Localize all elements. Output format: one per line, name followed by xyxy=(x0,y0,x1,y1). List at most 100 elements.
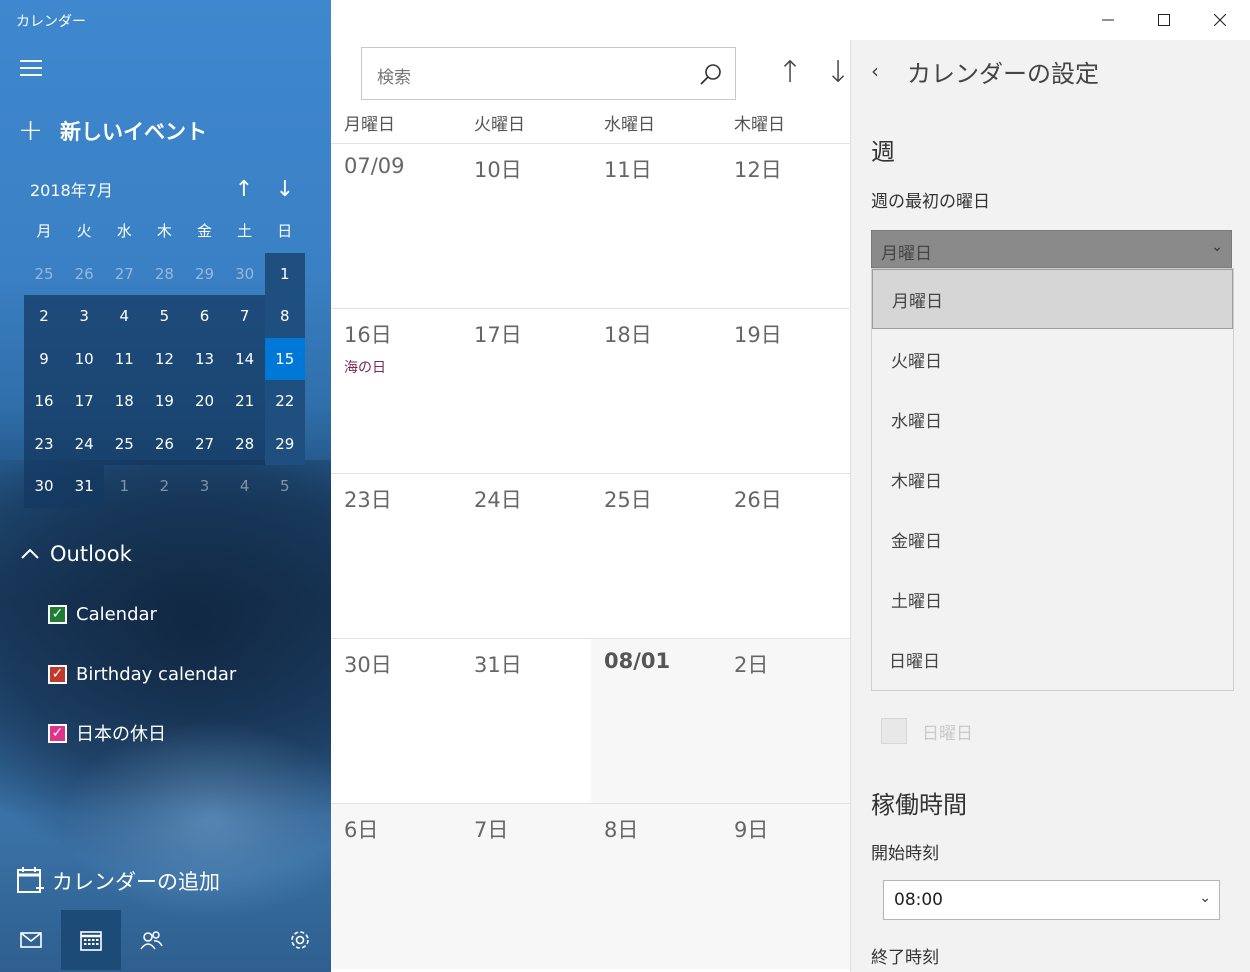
dropdown-option[interactable]: 金曜日 xyxy=(872,509,1233,569)
day-number: 10日 xyxy=(474,158,522,182)
calendar-toggle-birthday[interactable]: ✓ Birthday calendar xyxy=(48,662,236,686)
day-cell[interactable]: 25日 xyxy=(591,474,721,639)
day-cell[interactable]: 19日 xyxy=(721,309,850,474)
mini-calendar-day[interactable]: 30 xyxy=(225,253,265,296)
dropdown-option[interactable]: 月曜日 xyxy=(872,269,1233,329)
back-chevron-icon[interactable]: ‹ xyxy=(871,59,899,83)
new-event-button[interactable]: + 新しいイベント xyxy=(18,114,207,148)
mini-calendar-day[interactable]: 18 xyxy=(104,380,145,423)
day-cell[interactable]: 2日 xyxy=(721,639,850,804)
checkbox-checked-icon[interactable]: ✓ xyxy=(48,604,67,624)
day-cell[interactable]: 8日 xyxy=(591,804,721,969)
next-week-arrow-icon[interactable]: ↓ xyxy=(823,56,850,92)
minimize-button[interactable] xyxy=(1080,0,1136,40)
mini-calendar-day[interactable]: 26 xyxy=(64,253,104,296)
mini-calendar-day[interactable]: 5 xyxy=(144,295,185,338)
holiday-event[interactable]: 海の日 xyxy=(344,357,386,377)
mini-calendar-day[interactable]: 7 xyxy=(224,295,265,338)
account-group-toggle[interactable]: Outlook xyxy=(18,538,132,570)
mini-calendar-day[interactable]: 24 xyxy=(64,422,105,465)
dropdown-option[interactable]: 日曜日 xyxy=(872,629,1233,689)
add-calendar-button[interactable]: カレンダーの追加 xyxy=(16,864,220,898)
mini-calendar-day[interactable]: 2 xyxy=(144,465,184,508)
mini-calendar-day[interactable]: 29 xyxy=(185,253,225,296)
start-time-select[interactable]: 08:00 ⌄ xyxy=(883,880,1220,920)
day-cell[interactable]: 7日 xyxy=(461,804,591,969)
day-cell[interactable]: 18日 xyxy=(591,309,721,474)
hamburger-menu-icon[interactable] xyxy=(20,60,42,78)
mini-calendar-today[interactable]: 15 xyxy=(264,337,305,380)
day-cell[interactable]: 12日 xyxy=(721,144,850,309)
day-cell[interactable]: 31日 xyxy=(461,639,591,804)
day-cell[interactable]: 30日 xyxy=(331,639,461,804)
mini-calendar-day[interactable]: 27 xyxy=(104,253,144,296)
day-cell[interactable]: 9日 xyxy=(721,804,850,969)
next-month-arrow-icon[interactable]: ↓ xyxy=(271,178,299,204)
disabled-day-checkbox[interactable]: 日曜日 xyxy=(881,718,973,744)
mini-calendar-day[interactable]: 13 xyxy=(184,337,225,380)
checkbox-checked-icon[interactable]: ✓ xyxy=(48,723,67,743)
dropdown-option[interactable]: 水曜日 xyxy=(872,389,1233,449)
mini-calendar-day[interactable]: 8 xyxy=(264,295,305,338)
mini-calendar-day[interactable]: 12 xyxy=(144,337,185,380)
mail-button[interactable] xyxy=(1,910,61,970)
calendar-toggle-japan-holidays[interactable]: ✓ 日本の休日 xyxy=(48,721,166,745)
first-day-select[interactable]: 月曜日 ⌄ xyxy=(871,230,1232,268)
mini-calendar-day[interactable]: 1 xyxy=(264,252,305,295)
mini-calendar-day[interactable]: 2 xyxy=(24,295,65,338)
day-cell[interactable]: 16日 海の日 xyxy=(331,309,461,474)
day-cell[interactable]: 24日 xyxy=(461,474,591,639)
dropdown-option[interactable]: 土曜日 xyxy=(872,569,1233,629)
settings-button[interactable] xyxy=(270,910,330,970)
mini-calendar-day[interactable]: 22 xyxy=(264,380,305,423)
mini-calendar-day[interactable]: 29 xyxy=(264,422,305,465)
search-icon[interactable] xyxy=(699,62,723,86)
mini-calendar-day[interactable]: 14 xyxy=(224,337,265,380)
mini-calendar-day[interactable]: 19 xyxy=(144,380,185,423)
mini-calendar-day[interactable]: 25 xyxy=(104,422,145,465)
day-cell[interactable]: 10日 xyxy=(461,144,591,309)
day-cell[interactable]: 26日 xyxy=(721,474,850,639)
mini-calendar-day[interactable]: 26 xyxy=(144,422,185,465)
mini-calendar-day[interactable]: 3 xyxy=(64,295,105,338)
day-cell[interactable]: 17日 xyxy=(461,309,591,474)
day-cell[interactable]: 07/09 xyxy=(331,144,461,309)
mini-calendar-day[interactable]: 28 xyxy=(144,253,184,296)
mini-calendar-day[interactable]: 25 xyxy=(24,253,64,296)
mini-calendar-day[interactable]: 28 xyxy=(224,422,265,465)
mini-calendar-day[interactable]: 23 xyxy=(24,422,65,465)
mini-calendar-month[interactable]: 2018年7月 xyxy=(30,181,113,200)
mini-calendar-day[interactable]: 1 xyxy=(104,465,144,508)
day-cell[interactable]: 23日 xyxy=(331,474,461,639)
previous-month-arrow-icon[interactable]: ↑ xyxy=(230,178,258,204)
dropdown-option[interactable]: 火曜日 xyxy=(872,329,1233,389)
mini-calendar-day[interactable]: 4 xyxy=(225,465,265,508)
mini-calendar-day[interactable]: 21 xyxy=(224,380,265,423)
previous-week-arrow-icon[interactable]: ↑ xyxy=(775,56,805,92)
calendar-button[interactable] xyxy=(61,910,121,970)
calendar-toggle-calendar[interactable]: ✓ Calendar xyxy=(48,602,157,626)
mini-calendar-day[interactable]: 3 xyxy=(185,465,225,508)
maximize-button[interactable] xyxy=(1136,0,1192,40)
mini-calendar-day[interactable]: 27 xyxy=(184,422,225,465)
mini-calendar-day[interactable]: 31 xyxy=(64,465,105,508)
dropdown-option[interactable]: 木曜日 xyxy=(872,449,1233,509)
mini-calendar-day[interactable]: 20 xyxy=(184,380,225,423)
mini-calendar-day[interactable]: 6 xyxy=(184,295,225,338)
day-cell[interactable]: 08/01 xyxy=(591,639,721,804)
mini-calendar-day[interactable]: 17 xyxy=(64,380,105,423)
mini-calendar-day[interactable]: 30 xyxy=(24,465,65,508)
close-button[interactable] xyxy=(1192,0,1248,40)
day-cell[interactable]: 6日 xyxy=(331,804,461,969)
day-cell[interactable]: 11日 xyxy=(591,144,721,309)
people-button[interactable] xyxy=(121,910,181,970)
mini-calendar-day[interactable]: 11 xyxy=(104,337,145,380)
mini-calendar-day[interactable]: 10 xyxy=(64,337,105,380)
mini-calendar-day[interactable]: 4 xyxy=(104,295,145,338)
day-number: 9日 xyxy=(734,818,769,842)
search-box[interactable]: 検索 xyxy=(361,47,736,100)
mini-calendar-day[interactable]: 16 xyxy=(24,380,65,423)
mini-calendar-day[interactable]: 9 xyxy=(24,337,65,380)
mini-calendar-day[interactable]: 5 xyxy=(265,465,305,508)
checkbox-checked-icon[interactable]: ✓ xyxy=(48,664,67,684)
